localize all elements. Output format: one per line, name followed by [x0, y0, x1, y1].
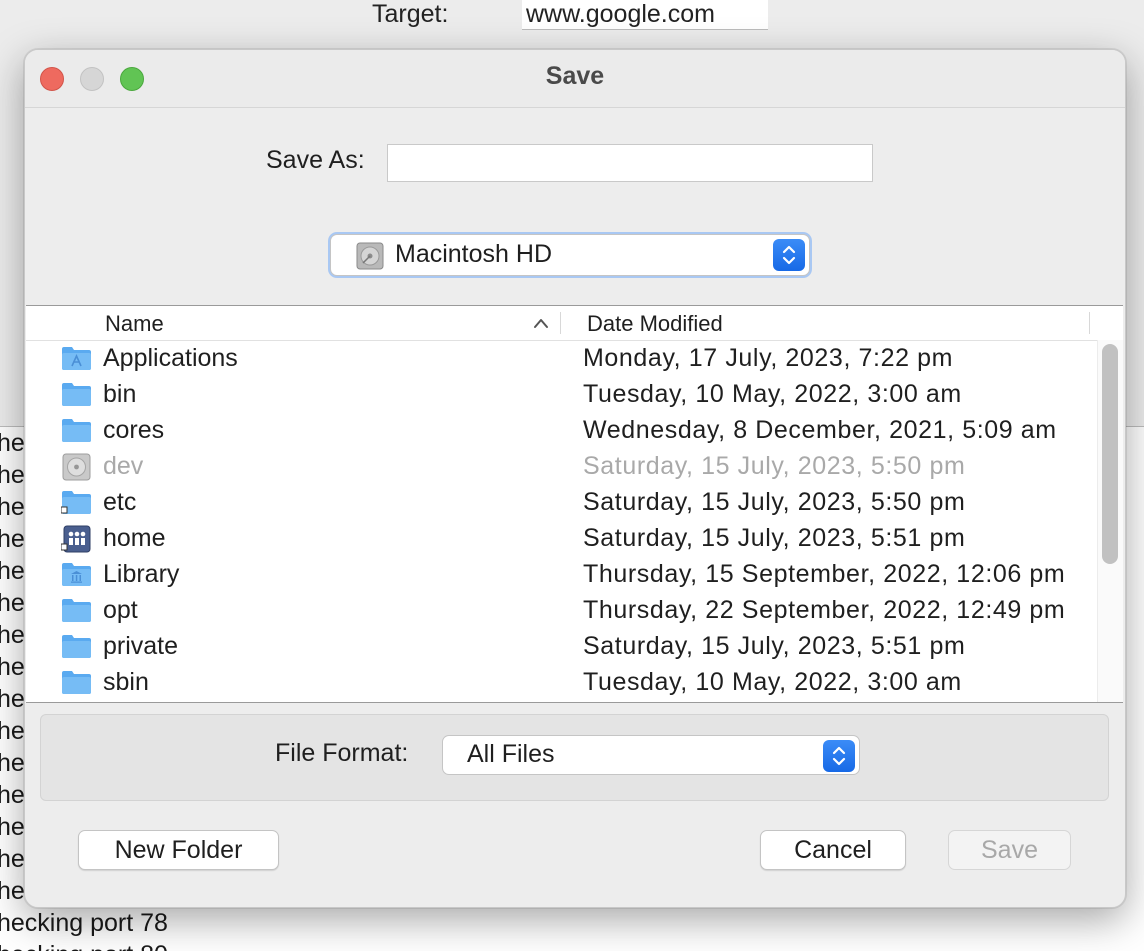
file-name: sbin: [103, 668, 149, 696]
file-row[interactable]: Library Thursday, 15 September, 2022, 12…: [26, 558, 1096, 594]
name-column-header[interactable]: Name: [105, 311, 164, 337]
file-name: Library: [103, 560, 180, 588]
title-bar: Save: [25, 50, 1125, 108]
file-date: Saturday, 15 July, 2023, 5:50 pm: [583, 488, 966, 516]
date-modified-column-header[interactable]: Date Modified: [587, 311, 723, 337]
file-date: Monday, 17 July, 2023, 7:22 pm: [583, 344, 954, 372]
folder-icon: [61, 381, 92, 407]
popup-stepper-icon: [823, 740, 855, 772]
sort-ascending-icon[interactable]: [533, 316, 549, 334]
file-row[interactable]: home Saturday, 15 July, 2023, 5:51 pm: [26, 522, 1096, 558]
file-name: opt: [103, 596, 138, 624]
file-name: dev: [103, 452, 144, 480]
file-row[interactable]: Applications Monday, 17 July, 2023, 7:22…: [26, 342, 1096, 378]
file-format-popup[interactable]: All Files: [442, 735, 860, 775]
log-line: he: [0, 845, 25, 873]
file-date: Saturday, 15 July, 2023, 5:51 pm: [583, 524, 966, 552]
target-field[interactable]: www.google.com: [522, 0, 768, 30]
log-line: he: [0, 493, 25, 521]
file-row[interactable]: bin Tuesday, 10 May, 2022, 3:00 am: [26, 378, 1096, 414]
popup-stepper-icon: [773, 239, 805, 271]
save-button[interactable]: Save: [948, 830, 1071, 870]
file-format-label: File Format:: [275, 739, 409, 767]
folder-icon: [61, 417, 92, 443]
folder-icon: [61, 633, 92, 659]
log-line: hecking port 80: [0, 939, 168, 951]
folder-alias-icon: [60, 489, 92, 515]
log-line: hecking port 78: [0, 909, 168, 937]
save-dialog: Save Save As: Macintosh HD Name Date Mod…: [24, 49, 1126, 908]
log-line: he: [0, 461, 25, 489]
vertical-scrollbar[interactable]: [1097, 340, 1123, 702]
target-label: Target:: [372, 0, 449, 28]
log-line: he: [0, 557, 25, 585]
scrollbar-thumb[interactable]: [1102, 344, 1118, 564]
file-row[interactable]: cores Wednesday, 8 December, 2021, 5:09 …: [26, 414, 1096, 450]
file-row[interactable]: etc Saturday, 15 July, 2023, 5:50 pm: [26, 486, 1096, 522]
column-header: Name Date Modified: [26, 306, 1123, 341]
file-row: dev Saturday, 15 July, 2023, 5:50 pm: [26, 450, 1096, 486]
log-line: he: [0, 525, 25, 553]
cancel-button[interactable]: Cancel: [760, 830, 906, 870]
file-name: Applications: [103, 344, 238, 372]
column-divider[interactable]: [560, 312, 561, 334]
file-name: home: [103, 524, 166, 552]
log-line: he: [0, 813, 25, 841]
log-line: he: [0, 429, 25, 457]
file-row[interactable]: sbin Tuesday, 10 May, 2022, 3:00 am: [26, 666, 1096, 702]
log-line: he: [0, 621, 25, 649]
file-date: Thursday, 22 September, 2022, 12:49 pm: [583, 596, 1066, 624]
location-label: Macintosh HD: [395, 240, 552, 268]
hard-disk-icon: [355, 241, 385, 276]
users-volume-icon: [60, 525, 92, 553]
disk-icon: [61, 453, 92, 481]
file-format-value: All Files: [467, 740, 555, 768]
file-format-panel: File Format: All Files: [40, 714, 1109, 801]
file-row[interactable]: private Saturday, 15 July, 2023, 5:51 pm: [26, 630, 1096, 666]
save-as-input[interactable]: [387, 144, 873, 182]
file-name: cores: [103, 416, 165, 444]
file-date: Thursday, 15 September, 2022, 12:06 pm: [583, 560, 1066, 588]
folder-icon: [61, 669, 92, 695]
log-line: he: [0, 589, 25, 617]
file-date: Wednesday, 8 December, 2021, 5:09 am: [583, 416, 1057, 444]
file-date: Tuesday, 10 May, 2022, 3:00 am: [583, 380, 962, 408]
file-date: Tuesday, 10 May, 2022, 3:00 am: [583, 668, 962, 696]
dialog-title: Save: [545, 62, 605, 90]
log-line: he: [0, 877, 25, 905]
file-name: bin: [103, 380, 137, 408]
save-as-label: Save As:: [266, 146, 365, 174]
file-name: private: [103, 632, 179, 660]
log-line: he: [0, 749, 25, 777]
new-folder-button[interactable]: New Folder: [78, 830, 279, 870]
log-line: he: [0, 653, 25, 681]
file-name: etc: [103, 488, 137, 516]
log-line: he: [0, 717, 25, 745]
log-line: he: [0, 781, 25, 809]
file-row[interactable]: opt Thursday, 22 September, 2022, 12:49 …: [26, 594, 1096, 630]
folder-icon: [61, 597, 92, 623]
log-line: he: [0, 685, 25, 713]
applications-folder-icon: [61, 345, 92, 371]
file-date: Saturday, 15 July, 2023, 5:51 pm: [583, 632, 966, 660]
location-popup[interactable]: Macintosh HD: [330, 234, 810, 276]
file-browser: Name Date Modified Applications Monday, …: [26, 305, 1123, 703]
library-folder-icon: [61, 561, 92, 587]
column-divider[interactable]: [1089, 312, 1090, 334]
file-date: Saturday, 15 July, 2023, 5:50 pm: [583, 452, 966, 480]
